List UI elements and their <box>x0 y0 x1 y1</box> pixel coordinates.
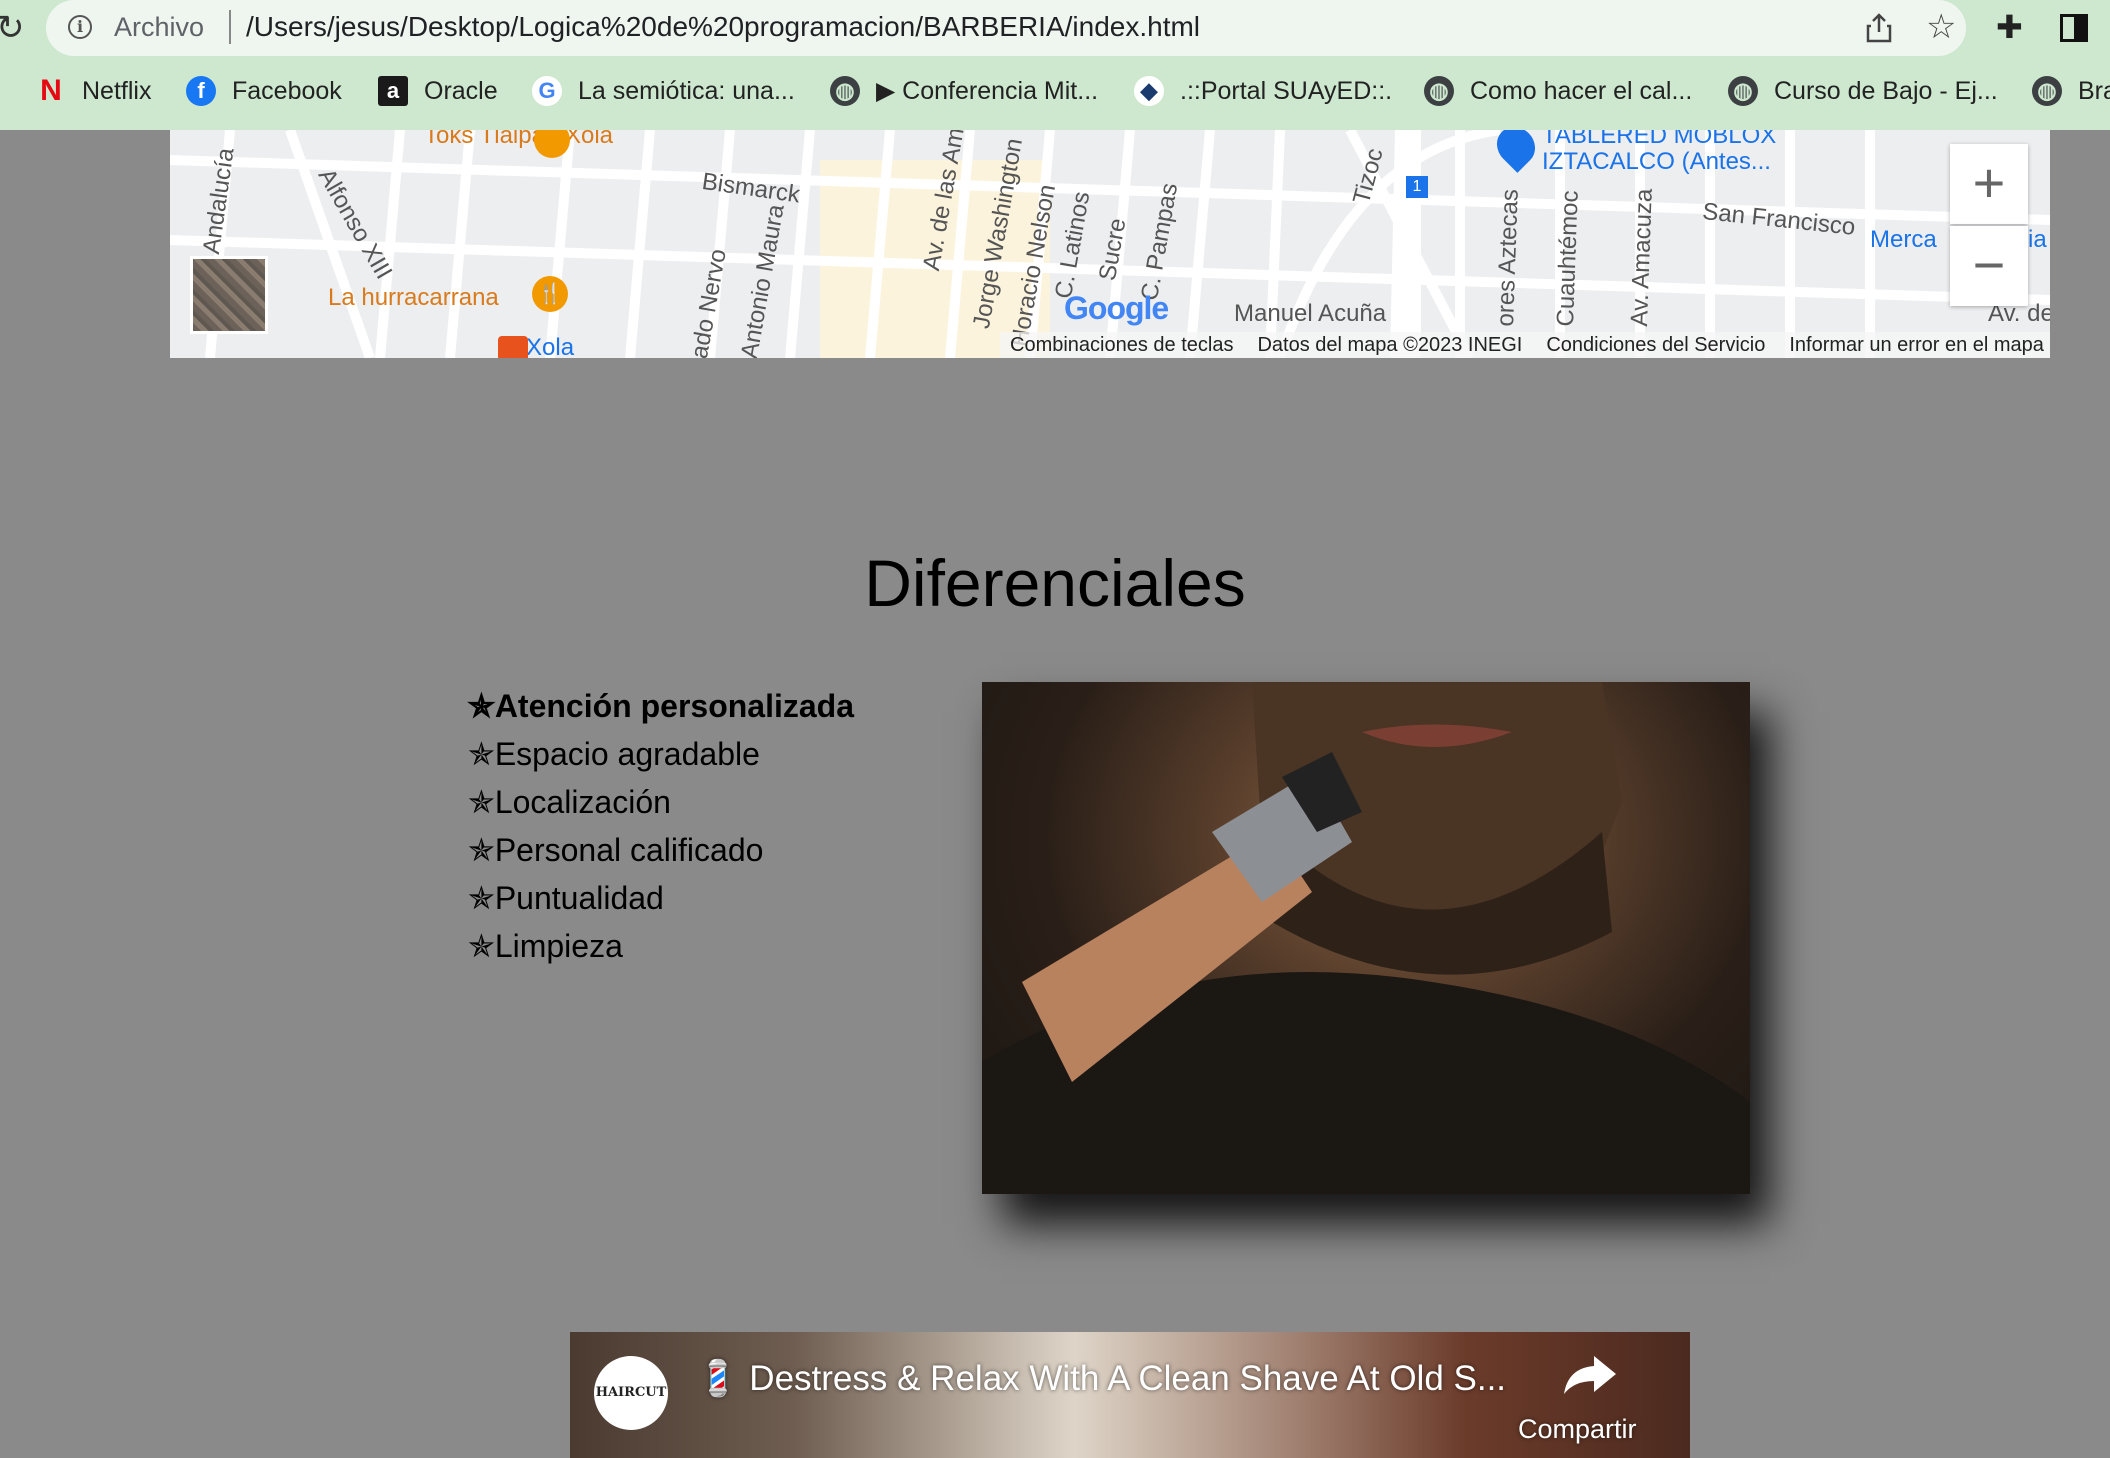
features-list: ✯Atención personalizada ✯Espacio agradab… <box>468 682 854 970</box>
oracle-icon: a <box>378 76 408 106</box>
feature-item: ✯Atención personalizada <box>468 688 854 724</box>
bookmark-label: Bra <box>2078 76 2110 105</box>
map-label: Toks Tlalpan Xola <box>424 130 613 149</box>
section-title: Diferenciales <box>864 546 1246 620</box>
address-divider <box>229 10 231 44</box>
map-label: Merca <box>1870 226 1937 253</box>
share-icon[interactable] <box>1864 12 1894 44</box>
map-label: Manuel Acuña <box>1234 300 1387 327</box>
address-url[interactable]: /Users/jesus/Desktop/Logica%20de%20progr… <box>246 11 1200 43</box>
satellite-toggle[interactable] <box>190 256 268 334</box>
zoom-in-button[interactable]: + <box>1950 144 2028 224</box>
bookmark-label: Facebook <box>232 76 342 105</box>
map-label: ia <box>2028 226 2047 253</box>
report-error-link[interactable]: Informar un error en el mapa <box>1789 334 2044 357</box>
globe-icon: ◍ <box>2032 76 2062 106</box>
bookmark-calculo[interactable]: ◍ Como hacer el cal... <box>1424 68 1692 114</box>
reload-icon[interactable]: ↻ <box>0 10 32 46</box>
info-icon[interactable]: i <box>68 15 92 39</box>
map-label: Cuauhtémoc <box>1552 190 1584 327</box>
bookmark-bra[interactable]: ◍ Bra <box>2032 68 2110 114</box>
bookmark-conferencia[interactable]: ◍ ▶ Conferencia Mit... <box>830 68 1098 114</box>
embedded-map[interactable]: Toks Tlalpan Xola Bismarck Andalucía Alf… <box>170 130 2050 358</box>
browser-chrome: ↻ i Archivo /Users/jesus/Desktop/Logica%… <box>0 0 2110 130</box>
side-panel-icon[interactable] <box>2060 14 2088 42</box>
barber-beard-trim-photo <box>982 682 1750 1194</box>
video-title[interactable]: 💈 Destress & Relax With A Clean Shave At… <box>696 1358 1506 1399</box>
google-logo: Google <box>1064 290 1169 326</box>
youtube-embed[interactable]: HAIRCUT HARRY 💈 Destress & Relax With A … <box>570 1332 1690 1458</box>
terms-link[interactable]: Condiciones del Servicio <box>1546 334 1765 357</box>
map-label: ores Aztecas <box>1492 188 1524 327</box>
zoom-out-button[interactable]: − <box>1950 226 2028 306</box>
feature-item: ✯Limpieza <box>468 928 623 964</box>
bookmark-label: Como hacer el cal... <box>1470 76 1693 105</box>
share-arrow-icon[interactable] <box>1560 1350 1620 1400</box>
address-scheme-label: Archivo <box>114 12 205 42</box>
highway-shield: 1 <box>1406 176 1428 198</box>
facebook-icon: f <box>186 76 216 106</box>
restaurant-pin-icon[interactable]: 🍴 <box>532 276 568 312</box>
channel-avatar[interactable]: HAIRCUT HARRY <box>594 1356 668 1430</box>
bookmark-semiotica[interactable]: G La semiótica: una... <box>532 68 795 114</box>
bookmark-curso-bajo[interactable]: ◍ Curso de Bajo - Ej... <box>1728 68 1998 114</box>
extensions-icon[interactable]: ✚ <box>1996 10 2023 44</box>
photo-illustration <box>982 682 1750 1194</box>
bookmark-label: Netflix <box>82 76 152 105</box>
map-label: TABLERED MOBLOX <box>1542 130 1777 149</box>
globe-icon: ◍ <box>830 76 860 106</box>
bookmark-label: La semiótica: una... <box>578 76 795 105</box>
map-attribution: Combinaciones de teclas Datos del mapa ©… <box>1000 332 2050 358</box>
bookmark-label: Curso de Bajo - Ej... <box>1774 76 1998 105</box>
bookmark-star-icon[interactable]: ☆ <box>1926 10 1956 44</box>
bookmarks-bar: N Netflix f Facebook a Oracle G La semió… <box>0 68 2110 114</box>
map-label: La hurracarrana <box>328 284 499 311</box>
bookmark-netflix[interactable]: N Netflix <box>36 68 151 114</box>
suayed-icon: ◆ <box>1134 76 1164 106</box>
feature-item: ✯Espacio agradable <box>468 736 760 772</box>
map-label: Av. Amacuza <box>1626 188 1658 327</box>
map-label: IZTACALCO (Antes... <box>1542 148 1771 175</box>
metro-station-icon[interactable] <box>498 336 528 358</box>
google-icon: G <box>532 76 562 106</box>
share-label[interactable]: Compartir <box>1518 1414 1637 1445</box>
bookmark-facebook[interactable]: f Facebook <box>186 68 342 114</box>
feature-item: ✯Personal calificado <box>468 832 764 868</box>
map-data-credit: Datos del mapa ©2023 INEGI <box>1257 333 1523 356</box>
bookmark-oracle[interactable]: a Oracle <box>378 68 498 114</box>
keyboard-shortcuts-link[interactable]: Combinaciones de teclas <box>1010 334 1233 357</box>
map-label: Xola <box>526 334 575 358</box>
netflix-icon: N <box>40 74 62 107</box>
feature-item: ✯Puntualidad <box>468 880 664 916</box>
address-bar[interactable]: i Archivo /Users/jesus/Desktop/Logica%20… <box>46 0 1966 56</box>
feature-item: ✯Localización <box>468 784 671 820</box>
bookmark-label: .::Portal SUAyED::. <box>1180 76 1393 105</box>
globe-icon: ◍ <box>1728 76 1758 106</box>
bookmark-suayed[interactable]: ◆ .::Portal SUAyED::. <box>1134 68 1392 114</box>
bookmark-label: Oracle <box>424 76 498 105</box>
bookmark-label: ▶ Conferencia Mit... <box>876 77 1099 105</box>
globe-icon: ◍ <box>1424 76 1454 106</box>
